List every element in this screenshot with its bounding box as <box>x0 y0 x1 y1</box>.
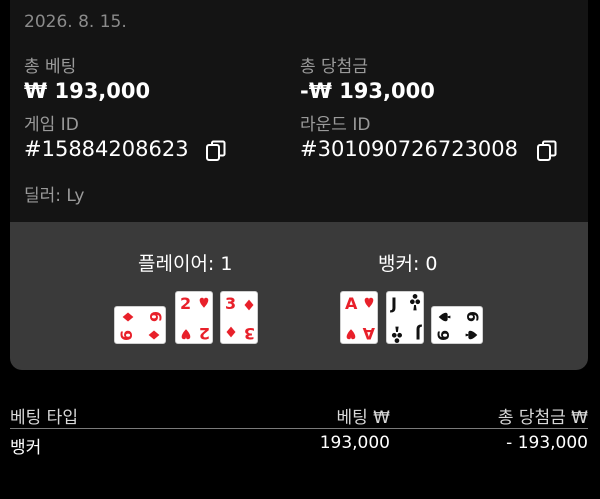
heart-icon <box>181 329 191 340</box>
diamond-icon <box>122 312 134 322</box>
club-icon <box>391 326 402 343</box>
round-id-value: #301090726723008 <box>300 137 519 161</box>
card-rank: 6 <box>146 311 165 322</box>
cell-bet-amount: 193,000 <box>319 433 390 453</box>
game-id-label: 게임 ID <box>24 115 79 135</box>
player-score-title: 플레이어: 1 <box>138 253 233 275</box>
total-win-label: 총 당첨금 <box>300 57 368 77</box>
spade-icon <box>465 330 478 340</box>
card-rank-inverted: A <box>362 324 375 343</box>
diamond-icon <box>148 330 160 340</box>
heart-icon <box>199 297 209 308</box>
bet-date: 2026. 8. 15. <box>24 12 127 32</box>
cell-bet-type: 뱅커 <box>10 438 42 458</box>
game-id-value: #15884208623 <box>24 137 189 161</box>
card-rank: 6 <box>463 311 482 322</box>
card-rank-inverted: 2 <box>199 324 210 343</box>
card-rank: 2 <box>180 294 191 313</box>
card-rank-inverted: 6 <box>117 330 136 341</box>
card-rank: A <box>345 294 358 313</box>
diamond-icon <box>244 299 254 311</box>
total-win-value: -₩ 193,000 <box>300 79 435 103</box>
banker-card-1: AA <box>340 291 378 344</box>
player-card-1: 66 <box>114 306 166 344</box>
total-bet-value: ₩ 193,000 <box>24 79 151 103</box>
diamond-icon <box>226 326 236 338</box>
banker-card-3: 66 <box>431 306 483 344</box>
copy-round-id-icon[interactable] <box>536 140 558 162</box>
card-rank-inverted: 3 <box>244 324 255 343</box>
cards-panel: 플레이어: 1 뱅커: 0 662233AAJJ66 <box>10 222 588 370</box>
heart-icon <box>364 297 374 308</box>
player-card-2: 22 <box>175 291 213 344</box>
dealer-label: 딜러: Ly <box>24 186 85 206</box>
cell-total-win: - 193,000 <box>506 433 588 453</box>
player-card-3: 33 <box>220 291 258 344</box>
total-bet-label: 총 베팅 <box>24 57 77 77</box>
club-icon <box>410 294 421 311</box>
round-id-label: 라운드 ID <box>300 115 371 135</box>
col-bet-amount: 베팅 ₩ <box>336 408 391 428</box>
card-rank: J <box>390 294 397 313</box>
col-total-win: 총 당첨금 ₩ <box>497 408 588 428</box>
bet-summary-panel: 2026. 8. 15. 총 베팅 ₩ 193,000 총 당첨금 -₩ 193… <box>10 0 588 222</box>
spade-icon <box>438 312 451 322</box>
card-rank-inverted: J <box>415 324 422 343</box>
copy-game-id-icon[interactable] <box>205 140 227 162</box>
card-rank: 3 <box>225 294 236 313</box>
heart-icon <box>346 329 356 340</box>
card-rank-inverted: 6 <box>434 330 453 341</box>
banker-card-2: JJ <box>386 291 424 344</box>
col-bet-type: 베팅 타입 <box>10 408 78 428</box>
table-divider <box>10 428 588 429</box>
banker-score-title: 뱅커: 0 <box>378 253 438 275</box>
